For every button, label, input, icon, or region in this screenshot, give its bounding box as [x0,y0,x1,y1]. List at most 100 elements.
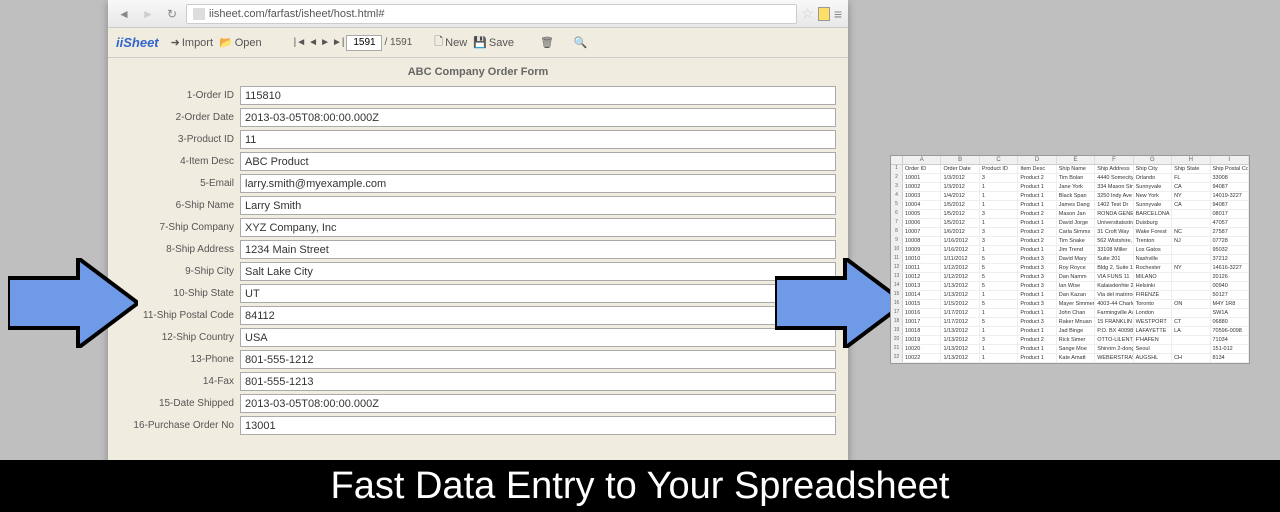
form-row: 14-Fax [108,372,848,391]
open-button[interactable]: 📂Open [219,36,262,49]
save-button[interactable]: 💾Save [473,36,514,49]
form-input[interactable] [240,196,836,215]
new-button[interactable]: 🗋New [434,33,467,52]
form-input[interactable] [240,372,836,391]
prev-record-button[interactable]: ◄ [308,37,318,48]
form-input[interactable] [240,394,836,413]
cell: 10020 [903,345,941,353]
form-input[interactable] [240,174,836,193]
cell: 10014 [903,291,941,299]
bookmark-star-icon[interactable]: ☆ [801,5,814,22]
spreadsheet-preview: ABCDEFGHI 1Order IDOrder DateProduct IDI… [890,155,1250,364]
cell: 5 [980,255,1018,263]
cell: 1 [980,345,1018,353]
cell: 10019 [903,336,941,344]
form-row: 12-Ship Country [108,328,848,347]
cell: 1/3/2012 [941,183,979,191]
cell: Roy Royce [1057,264,1095,272]
cell: Product 3 [1018,300,1056,308]
table-row: 5100041/5/20121Product 1James Dang1402 T… [891,201,1249,210]
cell: Farmingville Ave, Box 1426 [1095,309,1133,317]
cell: CT [1172,318,1210,326]
cell: 8134 [1211,354,1249,362]
form-input[interactable] [240,130,836,149]
form-row: 4-Item Desc [108,152,848,171]
cell: Rochester [1134,264,1172,272]
cell: 1/13/2012 [941,282,979,290]
cell: Product 1 [1018,345,1056,353]
back-button[interactable]: ◄ [114,4,134,24]
form-input[interactable] [240,152,836,171]
cell: FL [1172,174,1210,182]
arrow-left [8,258,138,348]
form-label: 9-Ship City [120,266,240,277]
cell: 10010 [903,255,941,263]
table-row: 22100221/13/20121Product 1Kate AmattWEBE… [891,354,1249,363]
cell: 1/17/2012 [941,309,979,317]
form-input[interactable] [240,284,836,303]
cell: 00940 [1211,282,1249,290]
form-input[interactable] [240,306,836,325]
cell: 562 Wistshire, Apt B [1095,237,1133,245]
cell: 20126 [1211,273,1249,281]
cell: Dan Namm [1057,273,1095,281]
form-input[interactable] [240,350,836,369]
form-input[interactable] [240,416,836,435]
form-row: 3-Product ID [108,130,848,149]
cell: AUGSHL [1134,354,1172,362]
cell: P.O. BX 40098 [1095,327,1133,335]
header-cell: Order Date [941,165,979,173]
delete-icon[interactable]: 🗑 [540,36,554,49]
form-label: 1-Order ID [120,90,240,101]
first-record-button[interactable]: |◄ [294,37,307,48]
form-row: 9-Ship City [108,262,848,281]
forward-button[interactable]: ► [138,4,158,24]
column-letter: H [1172,156,1210,164]
table-row: 7100061/5/20121Product 1David JorgeUnive… [891,219,1249,228]
cell: 1/13/2012 [941,327,979,335]
reload-button[interactable]: ↻ [162,4,182,24]
table-row: 20100191/13/20123Product 2Rick SimerOTTO… [891,336,1249,345]
search-icon[interactable]: 🔍 [574,36,588,49]
cell: 10006 [903,219,941,227]
cell: 31 Croft Way [1095,228,1133,236]
form-row: 2-Order Date [108,108,848,127]
record-number-input[interactable] [346,35,382,51]
doc-icon[interactable] [818,7,830,21]
cell: 94087 [1211,201,1249,209]
cell: LA [1172,327,1210,335]
import-button[interactable]: ➜Import [171,36,213,49]
form-input[interactable] [240,108,836,127]
menu-icon[interactable]: ≡ [834,6,842,22]
record-navigator: |◄ ◄ ► ►| / 1591 [294,35,413,51]
next-record-button[interactable]: ► [320,37,330,48]
cell: 1/17/2012 [941,318,979,326]
form-row: 1-Order ID [108,86,848,105]
table-row: 13100121/12/20125Product 3Dan NammVIA FU… [891,273,1249,282]
cell: 1 [980,309,1018,317]
url-text: iisheet.com/farfast/isheet/host.html# [209,8,384,20]
form-input[interactable] [240,218,836,237]
cell: Wake Forest [1134,228,1172,236]
form-row: 15-Date Shipped [108,394,848,413]
cell: Universitatsstrasse 30 [1095,219,1133,227]
form-row: 7-Ship Company [108,218,848,237]
arrow-right [775,258,905,348]
table-row: 17100161/17/20121Product 1John ChanFarmi… [891,309,1249,318]
cell: 3 [980,210,1018,218]
header-cell: Item Desc [1018,165,1056,173]
form-input[interactable] [240,240,836,259]
form-input[interactable] [240,328,836,347]
form-row: 8-Ship Address [108,240,848,259]
url-bar[interactable]: iisheet.com/farfast/isheet/host.html# [186,4,797,24]
form-input[interactable] [240,86,836,105]
banner-text: Fast Data Entry to Your Spreadsheet [0,460,1280,512]
last-record-button[interactable]: ►| [332,37,345,48]
cell: 10017 [903,318,941,326]
form-input[interactable] [240,262,836,281]
cell: New York [1134,192,1172,200]
cell: John Chan [1057,309,1095,317]
cell: MILANO [1134,273,1172,281]
header-cell: Product ID [980,165,1018,173]
browser-navigation-bar: ◄ ► ↻ iisheet.com/farfast/isheet/host.ht… [108,0,848,28]
